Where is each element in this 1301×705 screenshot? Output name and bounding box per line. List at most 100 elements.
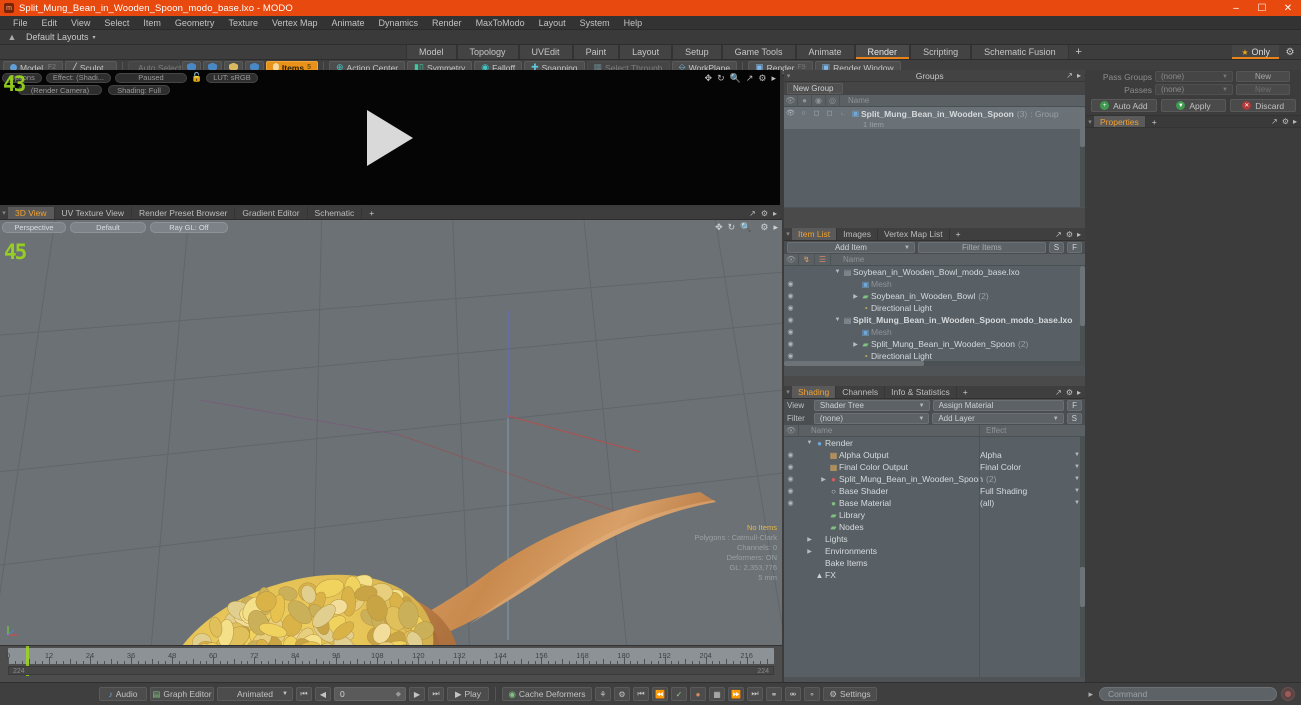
groups-list[interactable]: 👁 ○ ◻ ◻ ∟ ▣ Split_Mung_Bean_in_Wooden_Sp… [784,107,1085,207]
mode-tab-animate[interactable]: Animate [795,45,855,59]
prev-frame-icon[interactable]: ◀ [315,687,331,701]
mode-tab-schematic-fusion[interactable]: Schematic Fusion [971,45,1069,59]
shading-row[interactable]: ◉ ▦ Final Color Output Final Color ▼ [784,461,1085,473]
next-frame-icon[interactable]: ▶ [409,687,425,701]
raygl-dropdown[interactable]: Ray GL: Off [150,222,228,233]
effect-dropdown[interactable]: Effect: (Shadi... [45,72,111,83]
key-c-icon[interactable]: ⚬ [804,687,820,701]
pan-icon[interactable]: ✥ [715,222,723,233]
row-eye-icon[interactable]: ◉ [784,316,797,324]
item-list-vscrollbar[interactable] [1080,266,1085,366]
default-layouts-label[interactable]: Default Layouts [26,32,89,42]
shading-row[interactable]: ▰ Library [784,509,1085,521]
key-a-icon[interactable]: ⚭ [766,687,782,701]
maximize-button[interactable]: ☐ [1249,0,1275,16]
audio-button[interactable]: ♪ Audio [99,687,147,701]
tab-shading[interactable]: Shading [792,386,837,398]
maximize-icon[interactable]: ↗ [746,73,754,84]
command-input[interactable]: Command [1099,687,1277,701]
row-eye-icon[interactable]: ◉ [784,475,797,483]
animation-mode-dropdown[interactable]: Animated ▼ [217,687,293,701]
mode-tab-setup[interactable]: Setup [672,45,722,59]
expand-icon[interactable]: ∟ [836,108,850,120]
gear-icon[interactable]: ⚙ [1066,230,1073,239]
row-eye-icon[interactable]: 👁 [784,108,797,120]
mode-tab-uvedit[interactable]: UVEdit [518,45,573,59]
add-tab-button[interactable]: + [1069,45,1089,59]
viewport-tab-schematic[interactable]: Schematic [308,207,363,219]
row-eye-icon[interactable]: ◉ [784,352,797,360]
row-effect-cell[interactable]: (all) ▼ [980,498,1085,508]
auto-add-button[interactable]: + Auto Add [1091,99,1157,112]
viewport-tab-render-preset-browser[interactable]: Render Preset Browser [132,207,236,219]
expand-toggle-icon[interactable]: ▶ [819,476,828,483]
shading-row[interactable]: Bake Items [784,557,1085,569]
expand-toggle-icon[interactable]: ▶ [851,341,860,348]
row-shade-icon[interactable]: ◻ [823,108,836,120]
gear-icon[interactable]: ⚙ [758,73,766,84]
add-layer-dropdown[interactable]: Add Layer ▼ [932,413,1064,424]
expand-toggle-icon[interactable]: ▶ [805,536,814,543]
maximize-icon[interactable]: ↗ [1055,388,1062,397]
panel-grip-icon[interactable]: ▾ [784,386,792,398]
render-camera-dropdown[interactable]: (Render Camera) [18,85,102,95]
last-frame-icon[interactable]: ⏭ [428,687,444,701]
shading-row[interactable]: ◉ ▦ Alpha Output Alpha ▼ [784,449,1085,461]
item-list-f-button[interactable]: F [1067,242,1083,253]
chevron-down-icon[interactable]: ▾ [93,34,96,41]
row-render-icon[interactable]: ◻ [810,108,823,120]
groups-vscrollbar[interactable] [1080,107,1085,207]
paused-button[interactable]: Paused [115,72,187,83]
row-eye-icon[interactable]: ◉ [784,463,797,471]
shade-icon[interactable]: ◎ [826,94,840,107]
key-b-icon[interactable]: ⚮ [785,687,801,701]
play-button[interactable]: ▶ Play [447,687,489,701]
groups-row[interactable]: 👁 ○ ◻ ◻ ∟ ▣ Split_Mung_Bean_in_Wooden_Sp… [784,107,1085,129]
first-frame-icon[interactable]: ⏮ [296,687,312,701]
tab-channels[interactable]: Channels [836,386,886,398]
item-list-row[interactable]: ◉ ▶ ▰ Soybean_in_Wooden_Bowl (2) [784,290,1085,302]
play-overlay-icon[interactable] [367,109,413,166]
graph-editor-button[interactable]: ▤ Graph Editor [150,687,214,701]
timeline-ruler[interactable]: 0 12 24 36 48 60 72 84 96 108 120 132 144 156 168 180 19… [6,648,775,664]
frame-stepper-icon[interactable]: ◆ [396,690,401,698]
lock-icon[interactable]: 🔓 [191,72,202,83]
row-eye-icon[interactable]: ◉ [784,280,797,288]
shading-row[interactable]: ◉ ○ Base Shader Full Shading ▼ [784,485,1085,497]
key-set-icon[interactable]: ▦ [709,687,725,701]
menu-animate[interactable]: Animate [324,16,371,30]
item-list-row[interactable]: ▼ ▤ Soybean_in_Wooden_Bowl_modo_base.lxo [784,266,1085,278]
add-shading-tab-button[interactable]: + [957,386,974,398]
passes-dropdown[interactable]: (none) ▼ [1155,84,1233,95]
gear-icon[interactable]: ⚙ [1066,388,1073,397]
menu-item[interactable]: Item [136,16,168,30]
perspective-dropdown[interactable]: Perspective [2,222,66,233]
step-back-icon[interactable]: ⏪ [652,687,668,701]
panel-grip-icon[interactable]: ▾ [784,72,793,80]
add-properties-tab-button[interactable]: + [1146,116,1163,127]
filter-items-input[interactable]: Filter Items [917,242,1046,253]
cache-deformers-button[interactable]: ◉ Cache Deformers [502,687,592,701]
mode-tab-paint[interactable]: Paint [572,45,620,59]
minimize-button[interactable]: – [1223,0,1249,16]
row-effect-cell[interactable]: Final Color ▼ [980,462,1085,472]
lut-dropdown[interactable]: LUT: sRGB [206,72,258,83]
item-list-s-button[interactable]: S [1048,242,1065,253]
mode-tab-scripting[interactable]: Scripting [910,45,972,59]
row-eye-icon[interactable]: ◉ [784,292,797,300]
key-prev-icon[interactable]: ⚘ [595,687,611,701]
item-list-row[interactable]: ◉ ▣ Mesh [784,326,1085,338]
autokey-icon[interactable]: ✓ [671,687,687,701]
rotate-icon[interactable]: ↻ [728,222,736,233]
menu-help[interactable]: Help [617,16,650,30]
viewport-tab-3d-view[interactable]: 3D View [8,207,55,219]
timeline[interactable]: 0 12 24 36 48 60 72 84 96 108 120 132 144 156 168 180 19… [0,645,782,682]
menu-select[interactable]: Select [97,16,136,30]
mode-tab-render[interactable]: Render [854,45,911,59]
viewport-tab-grip[interactable]: ▾ [0,207,8,219]
maximize-icon[interactable]: ↗ [1271,117,1278,126]
viewport-tab-uv-texture-view[interactable]: UV Texture View [55,207,133,219]
arrow-icon[interactable]: ▸ [1077,71,1081,80]
shading-row[interactable]: ◉ ● Base Material (all) ▼ [784,497,1085,509]
menu-edit[interactable]: Edit [35,16,65,30]
